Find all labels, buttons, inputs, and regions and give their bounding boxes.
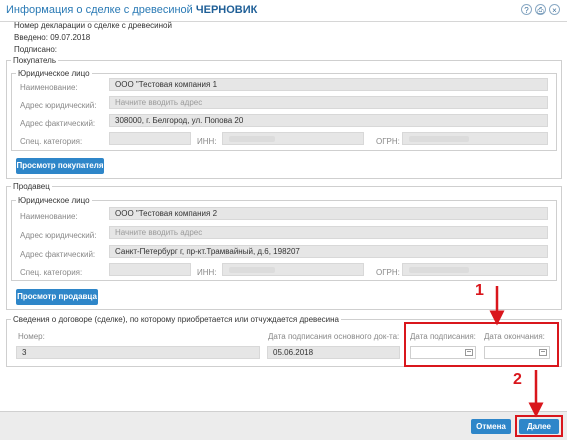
seller-ogrn-field[interactable] <box>402 263 548 276</box>
buyer-actual-address-label: Адрес фактический: <box>20 119 96 128</box>
view-buyer-button[interactable]: Просмотр покупателя <box>16 158 104 174</box>
annotation-box-dates <box>404 322 559 367</box>
window-titlebar: Информация о сделке с древесиной ЧЕРНОВИ… <box>0 0 567 22</box>
signed-text: Подписано: <box>14 45 58 54</box>
seller-actual-address-field[interactable]: Санкт-Петербург г, пр-кт.Трамвайный, д.6… <box>109 245 548 258</box>
seller-inn-label: ИНН: <box>197 268 217 277</box>
buyer-inn-field[interactable] <box>222 132 364 145</box>
buyer-special-category-label: Спец. категория: <box>20 137 83 146</box>
help-icon[interactable]: ? <box>521 4 532 15</box>
annotation-box-next <box>515 415 563 437</box>
annotation-marker-2: 2 <box>513 371 522 388</box>
seller-legal-entity-legend: Юридическое лицо <box>18 196 90 205</box>
seller-legal-address-field[interactable]: Начните вводить адрес <box>109 226 548 239</box>
seller-special-category-label: Спец. категория: <box>20 268 83 277</box>
buyer-name-field[interactable]: ООО "Тестовая компания 1 <box>109 78 548 91</box>
contract-number-field[interactable]: 3 <box>16 346 260 359</box>
seller-inn-field[interactable] <box>222 263 364 276</box>
title-text: Информация о сделке с древесиной <box>6 4 196 16</box>
buyer-legal-address-label: Адрес юридический: <box>20 101 97 110</box>
title-status: ЧЕРНОВИК <box>195 4 258 16</box>
main-doc-date-field[interactable]: 05.06.2018 <box>267 346 400 359</box>
buyer-actual-address-field[interactable]: 308000, г. Белгород, ул. Попова 20 <box>109 114 548 127</box>
seller-name-field[interactable]: ООО "Тестовая компания 2 <box>109 207 548 220</box>
seller-legend: Продавец <box>13 182 50 191</box>
seller-special-category-field[interactable] <box>109 263 191 276</box>
buyer-legal-address-field[interactable]: Начните вводить адрес <box>109 96 548 109</box>
contract-legend: Сведения о договоре (сделке), по котором… <box>13 315 339 324</box>
seller-ogrn-label: ОГРН: <box>376 268 400 277</box>
print-icon[interactable]: ⎙ <box>535 4 546 15</box>
seller-name-label: Наименование: <box>20 212 78 221</box>
buyer-name-label: Наименование: <box>20 83 78 92</box>
buyer-special-category-field[interactable] <box>109 132 191 145</box>
declaration-number-text: Номер декларации о сделке с древесиной <box>14 21 172 30</box>
window-title: Информация о сделке с древесиной ЧЕРНОВИ… <box>6 4 257 16</box>
seller-legal-address-label: Адрес юридический: <box>20 231 97 240</box>
annotation-marker-1: 1 <box>475 282 484 299</box>
entered-date-text: Введено: 09.07.2018 <box>14 33 91 42</box>
buyer-inn-label: ИНН: <box>197 137 217 146</box>
view-seller-button[interactable]: Просмотр продавца <box>16 289 98 305</box>
contract-number-label: Номер: <box>18 332 45 341</box>
cancel-button[interactable]: Отмена <box>471 419 511 434</box>
main-doc-date-label: Дата подписания основного док-та: <box>268 332 400 341</box>
buyer-legend: Покупатель <box>13 56 56 65</box>
close-icon[interactable]: × <box>549 4 560 15</box>
buyer-ogrn-label: ОГРН: <box>376 137 400 146</box>
seller-actual-address-label: Адрес фактический: <box>20 250 96 259</box>
buyer-ogrn-field[interactable] <box>402 132 548 145</box>
buyer-legal-entity-legend: Юридическое лицо <box>18 69 90 78</box>
